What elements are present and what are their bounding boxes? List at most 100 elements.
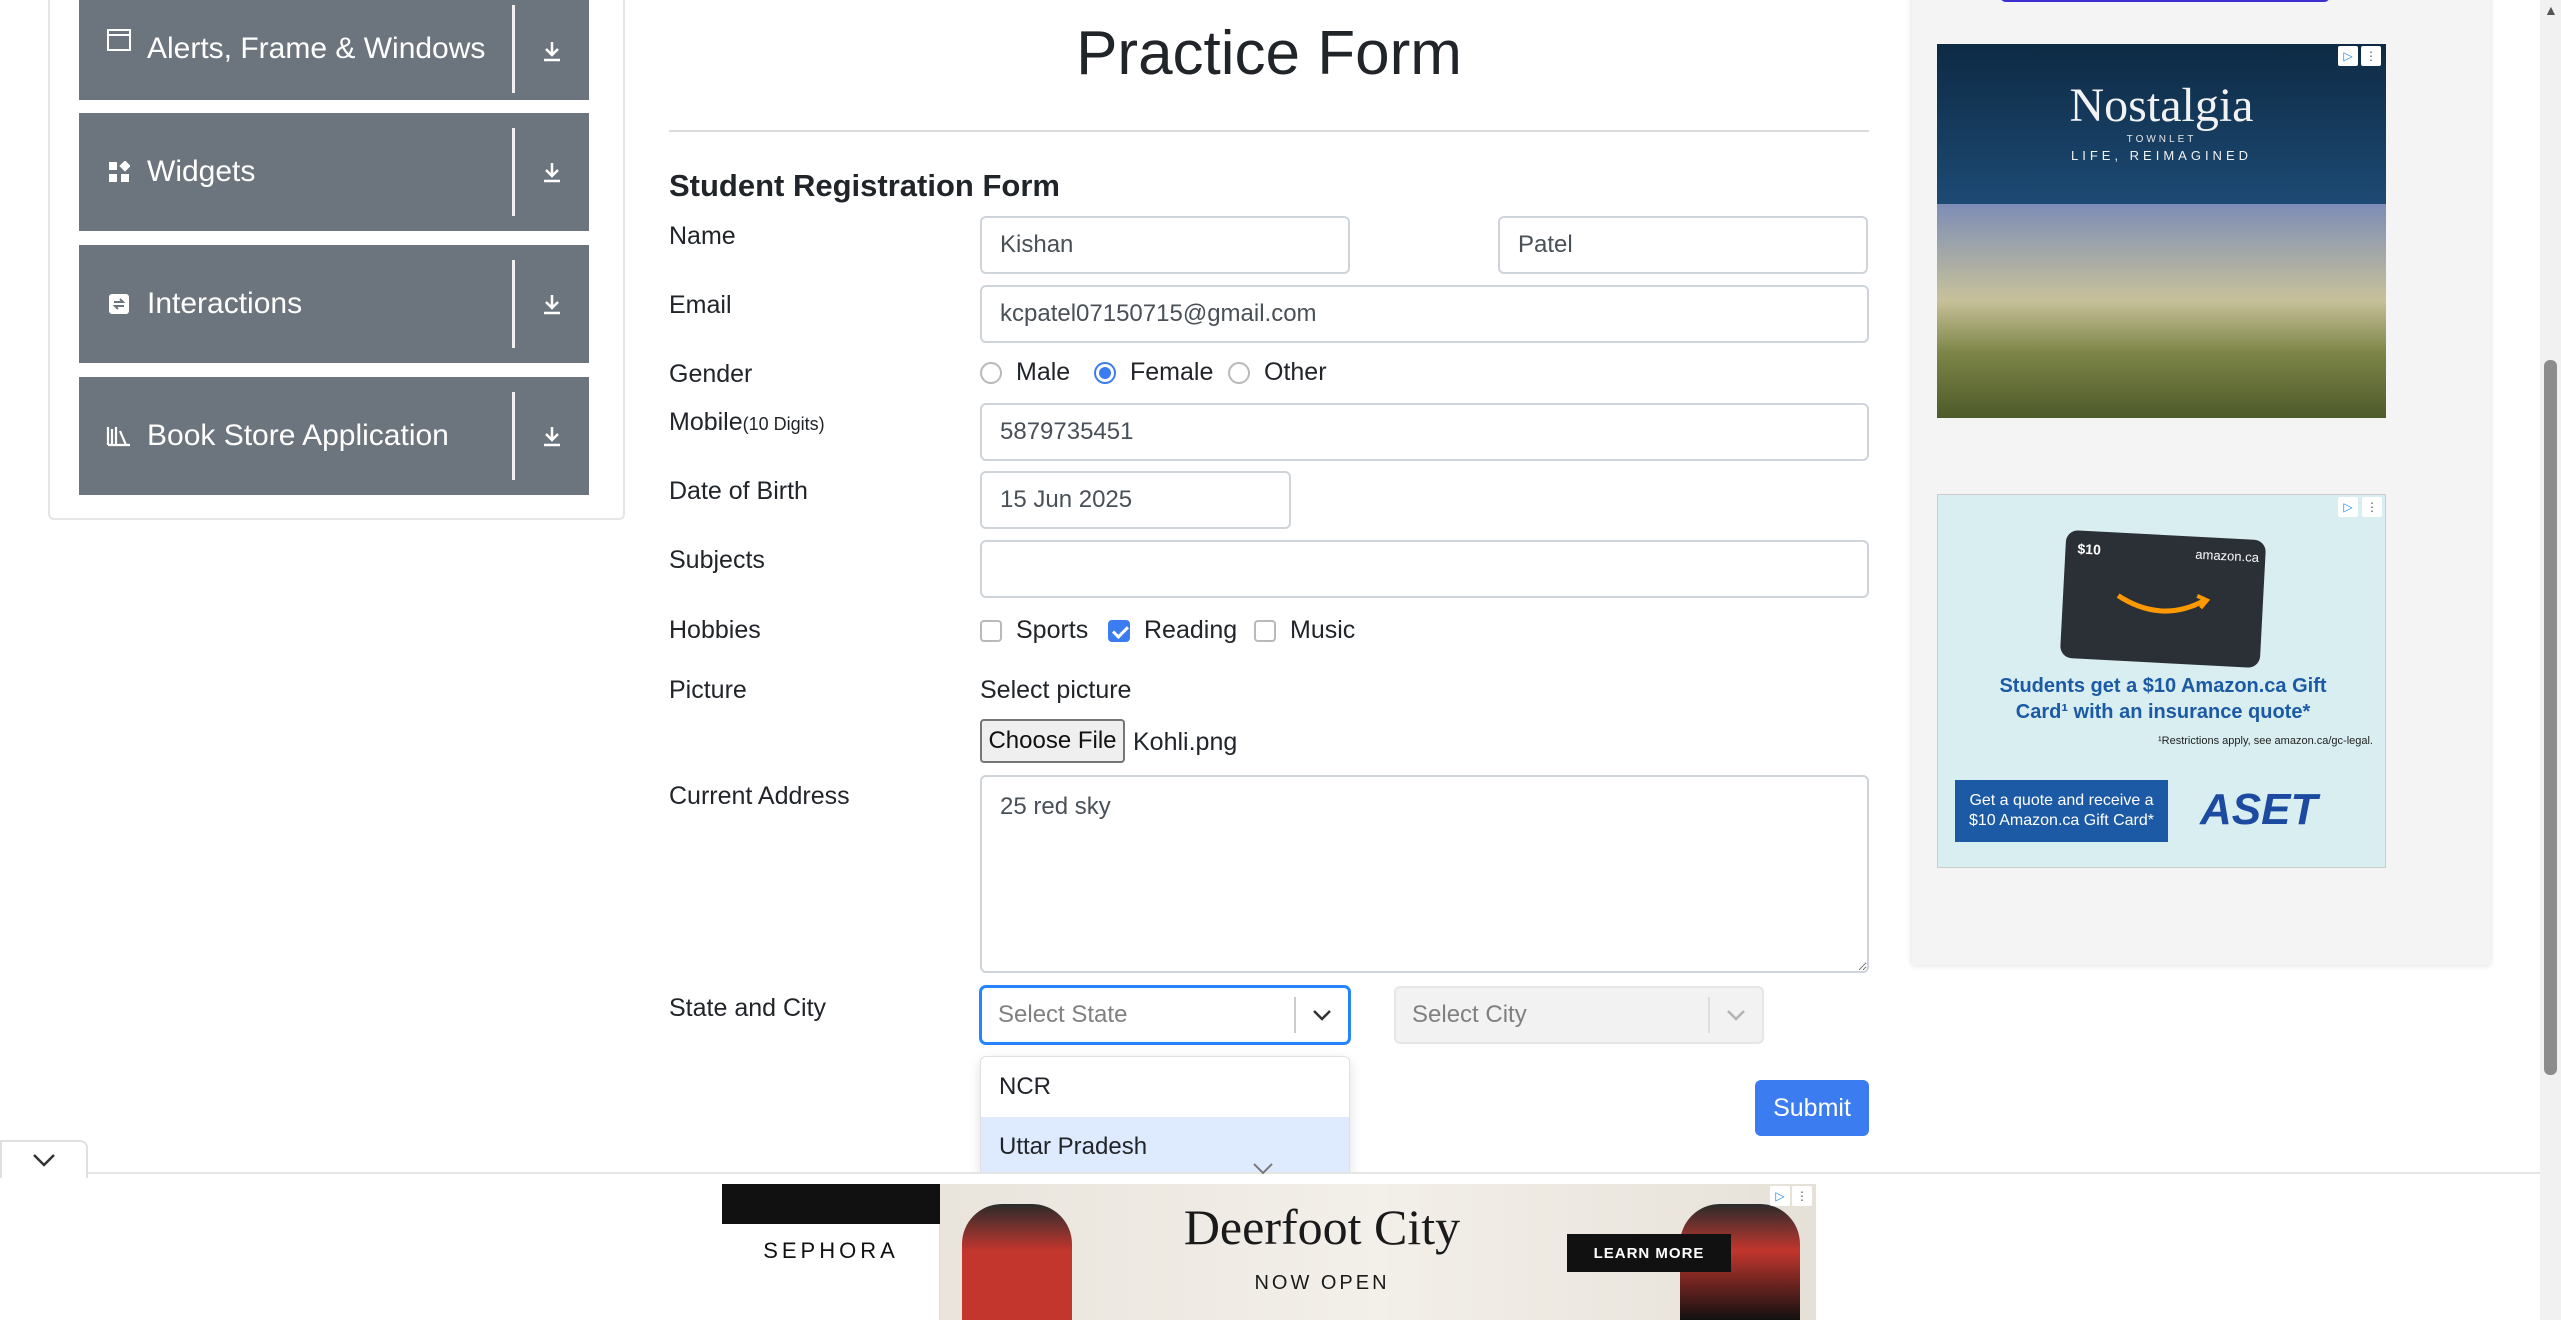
learn-more-button[interactable]: LEARN MORE bbox=[1567, 1234, 1731, 1272]
page-title: Practice Form bbox=[1076, 19, 1462, 88]
city-placeholder: Select City bbox=[1412, 1001, 1527, 1028]
email-label: Email bbox=[669, 291, 732, 319]
nostalgia-sub: TOWNLET bbox=[2126, 134, 2197, 145]
ad-edge bbox=[2000, 0, 2330, 2]
state-select[interactable]: Select State bbox=[980, 986, 1350, 1044]
landscape-image bbox=[1937, 204, 2386, 418]
mobile-hint: (10 Digits) bbox=[742, 414, 825, 434]
window-icon bbox=[105, 26, 133, 54]
ad-menu-icon[interactable]: ⋮ bbox=[2361, 46, 2381, 66]
hobby-music-checkbox[interactable]: Music bbox=[1254, 616, 1355, 645]
book-icon bbox=[105, 422, 133, 450]
sidebar-group-interactions[interactable]: Interactions bbox=[79, 245, 589, 363]
radio-circle[interactable] bbox=[980, 361, 1002, 384]
adchoices-icon[interactable]: ▷ bbox=[2338, 46, 2358, 66]
sidebar-group-label: Alerts, Frame & Windows bbox=[147, 32, 486, 65]
state-option-focused[interactable]: Uttar Pradesh bbox=[981, 1117, 1349, 1177]
chevron-down-icon[interactable] bbox=[1710, 1008, 1762, 1022]
gift-card-image: $10 amazon.ca bbox=[2059, 529, 2267, 669]
email-input[interactable]: kcpatel07150715@gmail.com bbox=[980, 285, 1869, 343]
state-dropdown-menu: NCR Uttar Pradesh bbox=[980, 1056, 1350, 1178]
ad-cta-button[interactable]: Get a quote and receive a $10 Amazon.ca … bbox=[1955, 780, 2168, 842]
gender-option-label: Other bbox=[1264, 358, 1327, 386]
ad-subheadline: NOW OPEN bbox=[1254, 1272, 1390, 1294]
mobile-label: Mobile(10 Digits) bbox=[669, 408, 825, 436]
download-icon bbox=[515, 40, 589, 62]
checkbox[interactable] bbox=[980, 619, 1002, 642]
scrollbar-thumb[interactable] bbox=[2544, 360, 2557, 1075]
sephora-logo: SEPHORA bbox=[763, 1238, 899, 1263]
sidebar-group-alerts[interactable]: Alerts, Frame & Windows bbox=[79, 0, 589, 100]
ad-menu-icon[interactable]: ⋮ bbox=[1792, 1186, 1812, 1206]
gender-female-radio[interactable]: Female bbox=[1094, 358, 1213, 387]
adchoices-icon[interactable]: ▷ bbox=[1770, 1186, 1790, 1206]
hobby-label: Music bbox=[1290, 616, 1356, 644]
sidebar-group-widgets[interactable]: Widgets bbox=[79, 113, 589, 231]
file-name-text: Kohli.png bbox=[1133, 728, 1238, 756]
hobby-label: Sports bbox=[1016, 616, 1089, 644]
gender-option-label: Male bbox=[1016, 358, 1071, 386]
city-select[interactable]: Select City bbox=[1394, 986, 1764, 1044]
state-city-label: State and City bbox=[669, 994, 827, 1022]
sidebar-group-label: Widgets bbox=[147, 155, 256, 188]
ad-headline: Deerfoot City bbox=[1183, 1199, 1461, 1255]
sephora-deerfoot-ad[interactable]: SEPHORA Deerfoot City NOW OPEN LEARN MOR… bbox=[722, 1184, 1816, 1320]
name-label: Name bbox=[669, 222, 736, 250]
mobile-input[interactable]: 5879735451 bbox=[980, 403, 1869, 461]
checkbox-checked[interactable] bbox=[1108, 619, 1130, 642]
card-value: $10 bbox=[2077, 540, 2102, 558]
state-placeholder: Select State bbox=[998, 1001, 1128, 1028]
download-icon bbox=[515, 425, 589, 447]
subjects-input[interactable] bbox=[980, 540, 1869, 598]
sidebar-group-label: Interactions bbox=[147, 287, 303, 320]
collapse-ad-button[interactable] bbox=[0, 1140, 88, 1178]
picture-label: Picture bbox=[669, 676, 747, 704]
choose-file-button[interactable]: Choose File bbox=[980, 719, 1125, 763]
select-picture-label: Select picture bbox=[980, 676, 1132, 704]
divider bbox=[669, 130, 1869, 132]
sidebar-group-book-store[interactable]: Book Store Application bbox=[79, 377, 589, 495]
state-option[interactable]: NCR bbox=[981, 1057, 1349, 1117]
radio-circle[interactable] bbox=[1228, 361, 1250, 384]
nostalgia-tagline: LIFE, REIMAGINED bbox=[2070, 148, 2253, 163]
gender-other-radio[interactable]: Other bbox=[1228, 358, 1327, 387]
gender-male-radio[interactable]: Male bbox=[980, 358, 1070, 387]
sidebar-group-label: Book Store Application bbox=[147, 419, 449, 452]
subjects-label: Subjects bbox=[669, 546, 765, 574]
amazon-smile-icon bbox=[2116, 593, 2211, 614]
ad-fine-print: ¹Restrictions apply, see amazon.ca/gc-le… bbox=[2157, 735, 2373, 747]
hobby-sports-checkbox[interactable]: Sports bbox=[980, 616, 1088, 645]
first-name-input[interactable]: Kishan bbox=[980, 216, 1350, 274]
hobby-reading-checkbox[interactable]: Reading bbox=[1108, 616, 1237, 645]
amazon-gift-card-ad[interactable]: $10 amazon.ca Students get a $10 Amazon.… bbox=[1937, 494, 2386, 868]
hobby-label: Reading bbox=[1144, 616, 1238, 644]
chevron-down-icon bbox=[33, 1154, 55, 1167]
last-name-input[interactable]: Patel bbox=[1498, 216, 1868, 274]
download-icon bbox=[515, 161, 589, 183]
current-address-textarea[interactable] bbox=[980, 775, 1869, 973]
checkbox[interactable] bbox=[1254, 619, 1276, 642]
gender-label: Gender bbox=[669, 360, 753, 388]
nostalgia-ad[interactable]: Nostalgia TOWNLET LIFE, REIMAGINED ▷ ⋮ bbox=[1937, 44, 2386, 418]
card-brand: amazon.ca bbox=[2195, 546, 2260, 565]
ad-headline: Students get a $10 Amazon.ca Gift Card¹ … bbox=[1999, 675, 2327, 723]
aset-logo: ASET bbox=[2200, 785, 2318, 834]
form-title: Student Registration Form bbox=[669, 168, 1060, 203]
hobbies-label: Hobbies bbox=[669, 616, 761, 644]
widgets-icon bbox=[105, 158, 133, 186]
chevron-down-icon[interactable] bbox=[1296, 1008, 1348, 1022]
nostalgia-brand: Nostalgia bbox=[2069, 79, 2254, 132]
model-figure bbox=[962, 1204, 1072, 1320]
address-label: Current Address bbox=[669, 782, 850, 810]
submit-button[interactable]: Submit bbox=[1755, 1080, 1869, 1136]
sephora-panel: SEPHORA bbox=[722, 1184, 940, 1320]
dob-input[interactable]: 15 Jun 2025 bbox=[980, 471, 1291, 529]
download-icon bbox=[515, 293, 589, 315]
adchoices-icon[interactable]: ▷ bbox=[2338, 497, 2358, 517]
radio-circle-selected[interactable] bbox=[1094, 361, 1116, 384]
scroll-up-icon[interactable]: ▲ bbox=[2544, 2, 2558, 18]
interactions-icon bbox=[105, 290, 133, 318]
ad-menu-icon[interactable]: ⋮ bbox=[2362, 497, 2382, 517]
chevron-down-icon[interactable] bbox=[1252, 1162, 1274, 1176]
gender-option-label: Female bbox=[1130, 358, 1214, 386]
